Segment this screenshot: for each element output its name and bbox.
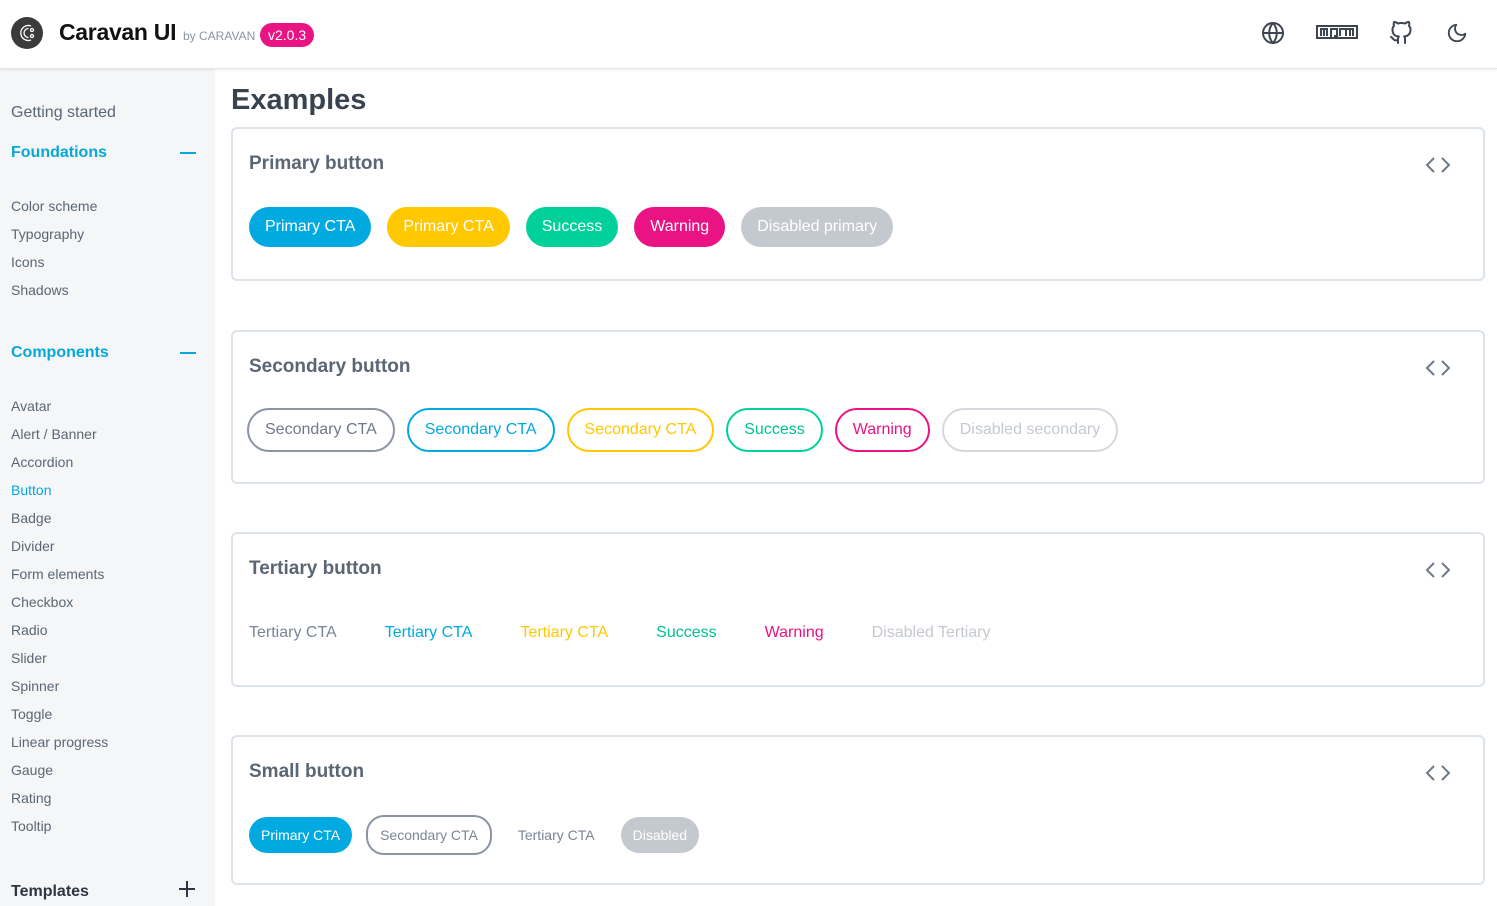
- sidebar-item-badge[interactable]: Badge: [11, 510, 51, 526]
- sidebar-item-radio[interactable]: Radio: [11, 622, 48, 638]
- sidebar-item-typography[interactable]: Typography: [11, 226, 84, 242]
- sidebar-item-icons[interactable]: Icons: [11, 254, 44, 270]
- warning-tertiary-button[interactable]: Warning: [749, 613, 840, 653]
- npm-icon[interactable]: [1316, 20, 1358, 46]
- globe-icon[interactable]: [1260, 20, 1286, 46]
- sidebar-item-divider[interactable]: Divider: [11, 538, 55, 554]
- brand-byline: by CARAVAN: [183, 29, 256, 43]
- moon-icon[interactable]: [1445, 20, 1469, 46]
- collapse-icon[interactable]: [180, 352, 196, 354]
- sidebar-item-getting-started[interactable]: Getting started: [11, 104, 116, 122]
- secondary-button-card: Secondary button Secondary CTA Secondary …: [231, 330, 1485, 484]
- sidebar-section-foundations[interactable]: Foundations: [11, 144, 196, 162]
- primary-cta-primary-button[interactable]: Primary CTA: [387, 207, 510, 247]
- success-tertiary-button[interactable]: Success: [640, 613, 732, 653]
- secondary-cta-secondary-button[interactable]: Secondary CTA: [566, 408, 715, 452]
- tertiary-cta-tertiary-button[interactable]: Tertiary CTA: [504, 613, 624, 653]
- sidebar-item-toggle[interactable]: Toggle: [11, 706, 52, 722]
- sidebar-item-rating[interactable]: Rating: [11, 790, 51, 806]
- version-badge: v2.0.3: [260, 23, 315, 47]
- caravan-logo-icon[interactable]: [11, 17, 43, 49]
- main-content: Examples Primary button Primary CTA Prima…: [215, 69, 1497, 906]
- success-primary-button[interactable]: Success: [525, 207, 619, 247]
- card-title: Tertiary button: [249, 558, 382, 579]
- sidebar-item-color-scheme[interactable]: Color scheme: [11, 198, 97, 214]
- sidebar-item-avatar[interactable]: Avatar: [11, 398, 51, 414]
- success-secondary-button[interactable]: Success: [726, 408, 823, 452]
- disabled-tertiary-tertiary-button[interactable]: Disabled Tertiary: [856, 613, 1007, 653]
- disabled-primary-primary-button[interactable]: Disabled primary: [741, 207, 894, 247]
- sidebar-item-linear-progress[interactable]: Linear progress: [11, 734, 108, 750]
- tertiary-cta-tertiary-button[interactable]: Tertiary CTA: [506, 817, 607, 853]
- sidebar-item-alert-banner[interactable]: Alert / Banner: [11, 426, 97, 442]
- primary-cta-primary-button[interactable]: Primary CTA: [249, 207, 372, 247]
- expand-plus-icon[interactable]: [178, 880, 196, 903]
- brand-title[interactable]: Caravan UI: [59, 19, 176, 46]
- secondary-cta-secondary-button[interactable]: Secondary CTA: [247, 408, 395, 452]
- disabled-secondary-secondary-button[interactable]: Disabled secondary: [941, 408, 1119, 452]
- tertiary-cta-tertiary-button[interactable]: Tertiary CTA: [369, 613, 489, 653]
- sidebar-item-gauge[interactable]: Gauge: [11, 762, 53, 778]
- warning-primary-button[interactable]: Warning: [634, 207, 726, 247]
- github-icon[interactable]: [1389, 20, 1413, 46]
- sidebar-item-form-elements[interactable]: Form elements: [11, 566, 104, 582]
- code-toggle-icon[interactable]: [1425, 156, 1451, 174]
- small-button-card: Small button Primary CTA Secondary CTA Ter…: [231, 735, 1485, 885]
- sidebar-item-checkbox[interactable]: Checkbox: [11, 594, 73, 610]
- collapse-icon[interactable]: [180, 152, 196, 154]
- sidebar-item-shadows[interactable]: Shadows: [11, 282, 69, 298]
- sidebar-item-spinner[interactable]: Spinner: [11, 678, 59, 694]
- sidebar-section-label: Templates: [11, 882, 89, 900]
- sidebar-section-templates[interactable]: Templates: [11, 880, 196, 903]
- sidebar-section-label: Components: [11, 344, 109, 361]
- sidebar-section-components[interactable]: Components: [11, 344, 196, 362]
- code-toggle-icon[interactable]: [1425, 561, 1451, 579]
- top-header: Caravan UI by CARAVAN v2.0.3: [0, 0, 1497, 69]
- sidebar-item-accordion[interactable]: Accordion: [11, 454, 73, 470]
- code-toggle-icon[interactable]: [1425, 359, 1451, 377]
- page-title: Examples: [231, 84, 367, 116]
- card-title: Secondary button: [249, 356, 411, 377]
- card-title: Small button: [249, 761, 365, 782]
- sidebar-item-button[interactable]: Button: [11, 482, 51, 498]
- sidebar-section-label: Foundations: [11, 144, 107, 161]
- code-toggle-icon[interactable]: [1425, 764, 1451, 782]
- secondary-cta-secondary-button[interactable]: Secondary CTA: [366, 815, 492, 855]
- card-title: Primary button: [249, 153, 385, 174]
- secondary-cta-secondary-button[interactable]: Secondary CTA: [406, 408, 555, 452]
- primary-cta-primary-button[interactable]: Primary CTA: [249, 817, 353, 853]
- tertiary-button-card: Tertiary button Tertiary CTA Tertiary CTA…: [231, 532, 1485, 687]
- sidebar-item-slider[interactable]: Slider: [11, 650, 47, 666]
- sidebar-item-tooltip[interactable]: Tooltip: [11, 818, 51, 834]
- primary-button-card: Primary button Primary CTA Primary CTA Suc…: [231, 127, 1485, 281]
- tertiary-cta-tertiary-button[interactable]: Tertiary CTA: [233, 613, 353, 653]
- warning-secondary-button[interactable]: Warning: [834, 408, 930, 452]
- disabled-disabled-button[interactable]: Disabled: [620, 817, 700, 853]
- sidebar: Getting started Foundations Color scheme…: [0, 69, 215, 906]
